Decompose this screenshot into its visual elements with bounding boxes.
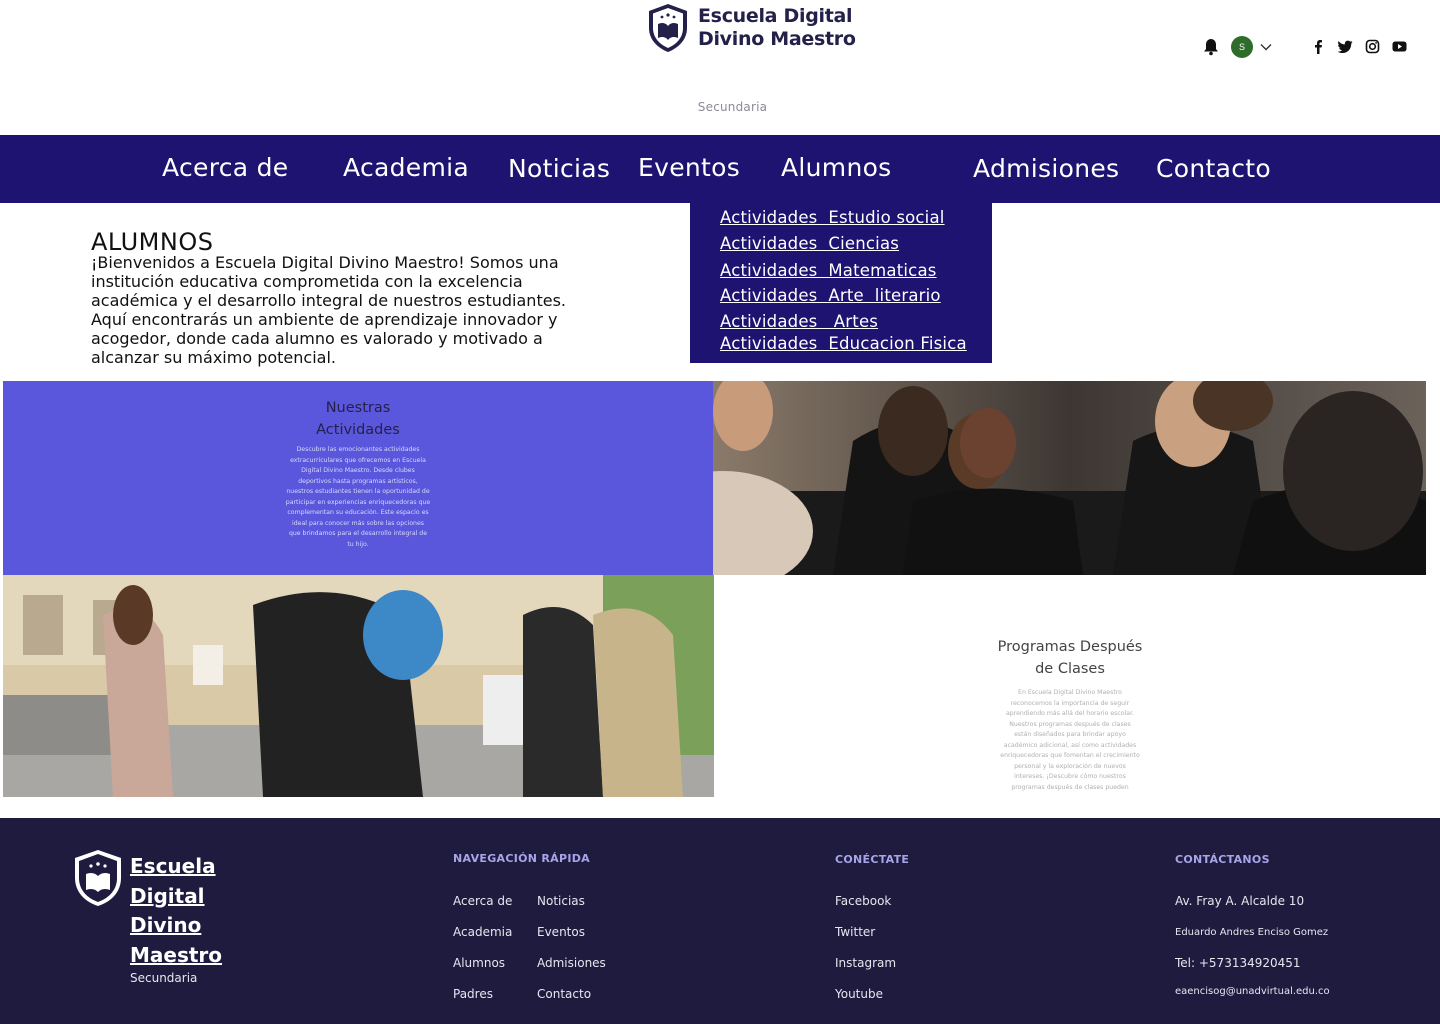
user-controls: S (1203, 36, 1272, 58)
footer-link-alumnos[interactable]: Alumnos (453, 956, 505, 970)
nav-alumnos[interactable]: Alumnos (781, 153, 892, 182)
dropdown-item-estudio-social[interactable]: Actividades Estudio social (720, 208, 945, 227)
nav-noticias[interactable]: Noticias (508, 154, 610, 183)
activities-title-line1: Nuestras (325, 400, 391, 416)
nav-academia[interactable]: Academia (343, 153, 469, 182)
facebook-icon[interactable] (1311, 39, 1326, 54)
footer-phone: Tel: +573134920451 (1175, 956, 1301, 970)
footer-address: Av. Fray A. Alcalde 10 (1175, 894, 1305, 908)
footer-link-twitter[interactable]: Twitter (835, 925, 875, 939)
programs-tile: Programas Después de Clases En Escuela D… (714, 575, 1426, 797)
intro-paragraph: ¡Bienvenidos a Escuela Digital Divino Ma… (91, 253, 566, 367)
footer-subtitle: Secundaria (130, 971, 198, 985)
footer-logo[interactable] (72, 848, 124, 913)
dropdown-item-arte-literario[interactable]: Actividades Arte literario (720, 286, 941, 305)
activities-title-line2: Actividades (316, 422, 400, 438)
dropdown-item-artes[interactable]: Actividades Artes (720, 312, 878, 331)
footer-link-contacto[interactable]: Contacto (537, 987, 591, 1001)
footer-link-eventos[interactable]: Eventos (537, 925, 585, 939)
footer-brand[interactable]: Escuela Digital Divino Maestro (130, 852, 250, 970)
nav-eventos[interactable]: Eventos (638, 153, 740, 182)
nav-acerca-de[interactable]: Acerca de (162, 153, 288, 182)
footer-link-facebook[interactable]: Facebook (835, 894, 891, 908)
youtube-icon[interactable] (1392, 39, 1407, 54)
nav-admisiones[interactable]: Admisiones (973, 154, 1119, 183)
school-level: Secundaria (697, 100, 768, 114)
students-walking-image (3, 575, 714, 797)
dropdown-item-ciencias[interactable]: Actividades Ciencias (720, 234, 899, 253)
students-sitting-photo (713, 381, 1426, 575)
activities-tile: Nuestras Actividades Descubre las emocio… (3, 381, 713, 575)
twitter-icon[interactable] (1338, 39, 1353, 54)
activities-text: Descubre las emocionantes actividades ex… (285, 446, 431, 548)
footer-link-admisiones[interactable]: Admisiones (537, 956, 606, 970)
footer-link-instagram[interactable]: Instagram (835, 956, 896, 970)
programs-title-line2: de Clases (1035, 661, 1105, 677)
activities-title: Nuestras Actividades (3, 397, 713, 441)
dropdown-item-matematicas[interactable]: Actividades Matematicas (720, 261, 937, 280)
students-walking-photo (3, 575, 714, 797)
page-title: ALUMNOS (91, 228, 214, 256)
footer-nav-heading: NAVEGACIÓN RÁPIDA (453, 852, 590, 865)
chevron-down-icon[interactable] (1260, 43, 1272, 51)
shield-book-icon (75, 850, 121, 906)
school-logo[interactable]: Escuela Digital Divino Maestro (646, 2, 856, 54)
footer: Escuela Digital Divino Maestro Secundari… (0, 818, 1440, 1024)
bell-icon[interactable] (1203, 38, 1219, 56)
brand-line1: Escuela Digital (698, 5, 853, 27)
main-nav: Acerca de Academia Noticias Eventos Alum… (0, 135, 1440, 203)
programs-title-line1: Programas Después (997, 639, 1143, 655)
brand-line2: Divino Maestro (698, 28, 856, 50)
shield-book-icon (649, 4, 687, 52)
footer-contact-person: Eduardo Andres Enciso Gomez (1175, 927, 1329, 938)
avatar[interactable]: S (1231, 36, 1253, 58)
dropdown-item-educacion-fisica[interactable]: Actividades Educacion Fisica (720, 334, 967, 353)
footer-link-padres[interactable]: Padres (453, 987, 493, 1001)
footer-email[interactable]: eaencisog@unadvirtual.edu.co (1175, 986, 1330, 997)
brand-name: Escuela Digital Divino Maestro (698, 5, 856, 51)
programs-text: En Escuela Digital Divino Maestro recono… (1000, 689, 1140, 791)
footer-contact-heading: CONTÁCTANOS (1175, 853, 1270, 866)
footer-connect-heading: CONÉCTATE (835, 853, 910, 866)
alumnos-dropdown-menu: Actividades Estudio social Actividades C… (690, 203, 992, 363)
social-links (1311, 39, 1407, 54)
students-sitting-image (713, 381, 1426, 575)
instagram-icon[interactable] (1365, 39, 1380, 54)
footer-link-academia[interactable]: Academia (453, 925, 512, 939)
footer-link-acerca-de[interactable]: Acerca de (453, 894, 512, 908)
nav-contacto[interactable]: Contacto (1156, 154, 1271, 183)
footer-link-youtube[interactable]: Youtube (835, 987, 883, 1001)
programs-title: Programas Después de Clases (714, 636, 1426, 680)
footer-link-noticias[interactable]: Noticias (537, 894, 585, 908)
